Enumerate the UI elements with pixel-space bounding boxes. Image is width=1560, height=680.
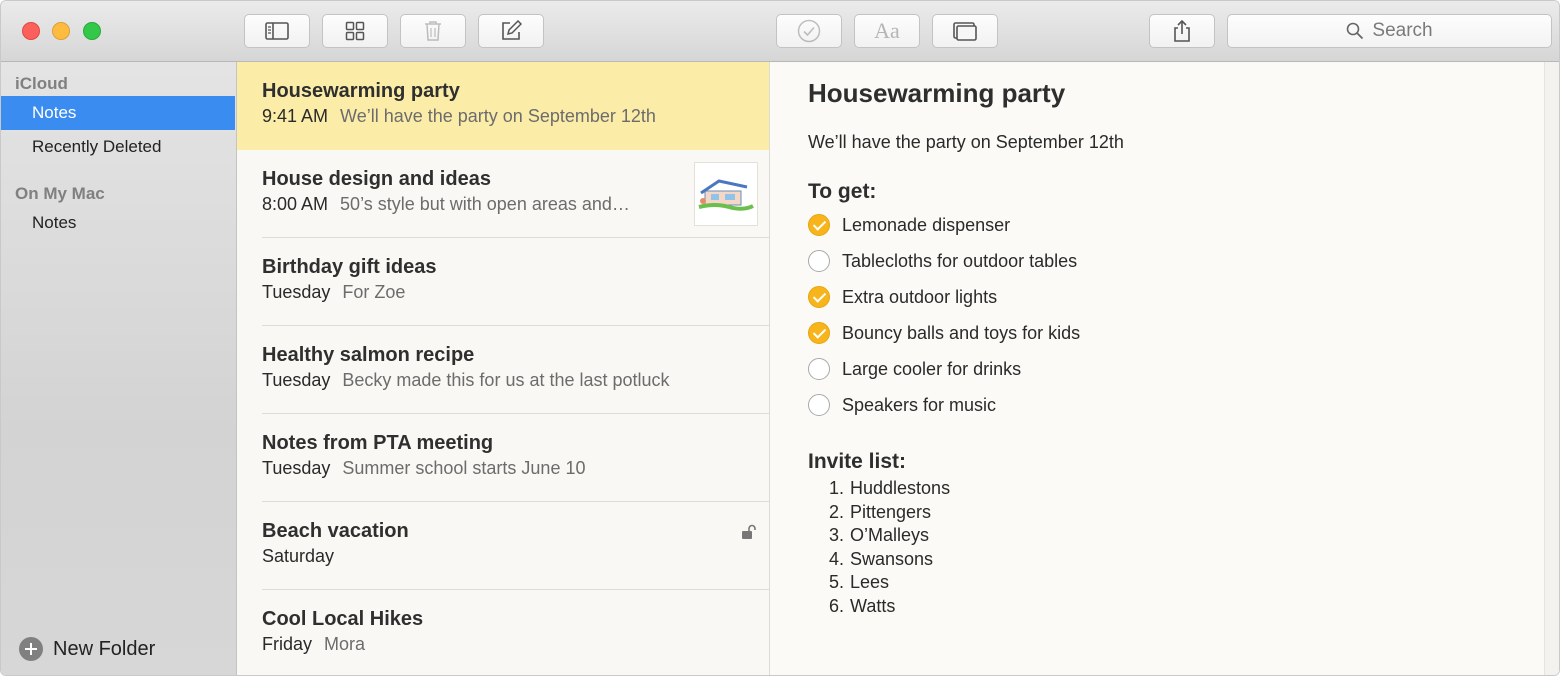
search-placeholder: Search <box>1372 20 1433 41</box>
note-list-item[interactable]: Notes from PTA meeting Tuesday Summer sch… <box>237 414 769 502</box>
note-date: Friday <box>262 634 313 654</box>
editor-scrollbar[interactable] <box>1544 62 1559 675</box>
share-icon <box>1174 19 1190 42</box>
checklist-item: Bouncy balls and toys for kids <box>808 322 1080 344</box>
note-list-item[interactable]: Beach vacation Saturday <box>237 502 769 590</box>
checklist-item: Tablecloths for outdoor tables <box>808 250 1077 272</box>
checklist-item: Speakers for music <box>808 394 996 416</box>
note-heading[interactable]: Housewarming party <box>808 78 1065 109</box>
note-title: Birthday gift ideas <box>262 256 437 278</box>
note-date: Tuesday <box>262 370 331 390</box>
compose-icon <box>502 20 522 40</box>
note-editor[interactable]: Housewarming party We’ll have the party … <box>770 62 1559 675</box>
note-snippet: Mora <box>324 634 366 654</box>
search-icon <box>1347 22 1364 40</box>
sidebar-item-recently-deleted[interactable]: Recently Deleted <box>1 130 235 164</box>
sidebar-header-icloud: iCloud <box>15 74 68 93</box>
checked-checkbox-icon[interactable] <box>808 286 830 308</box>
note-snippet: Becky made this for us at the last potlu… <box>342 370 670 390</box>
note-date: Tuesday <box>262 458 331 478</box>
unlocked-lock-icon <box>742 524 756 539</box>
close-window-button[interactable] <box>22 22 40 40</box>
checklist-item: Large cooler for drinks <box>808 358 1021 380</box>
search-field[interactable]: Search <box>1227 14 1552 48</box>
attachments-browser-button[interactable] <box>322 14 388 48</box>
checklist-item-label: Speakers for music <box>842 394 997 415</box>
note-title: Housewarming party <box>262 80 460 102</box>
note-snippet: We’ll have the party on September 12th <box>340 106 656 126</box>
note-list-item[interactable]: Birthday gift ideas Tuesday For Zoe <box>237 238 769 326</box>
checklist-icon <box>797 19 821 43</box>
note-title: Notes from PTA meeting <box>262 432 494 454</box>
invite-list-heading: Invite list: <box>808 450 907 473</box>
notes-list: Housewarming party 9:41 AM We’ll have the… <box>237 62 770 675</box>
note-snippet: 50’s style but with open areas and… <box>340 194 630 214</box>
delete-note-button[interactable] <box>400 14 466 48</box>
invite-list-item: 4. Swansons <box>828 549 934 569</box>
invite-list-item: 6. Watts <box>828 596 896 616</box>
format-button[interactable]: Aa <box>854 14 920 48</box>
note-title: Cool Local Hikes <box>262 608 424 630</box>
new-folder-button[interactable]: New Folder <box>19 637 155 661</box>
table-button[interactable] <box>932 14 998 48</box>
table-icon <box>953 22 977 41</box>
note-title: House design and ideas <box>262 168 491 190</box>
unchecked-checkbox-icon[interactable] <box>808 394 830 416</box>
sidebar-item-mac-notes[interactable]: Notes <box>1 206 235 240</box>
note-date: Tuesday <box>262 282 331 302</box>
sidebar: iCloud Notes Recently Deleted On My Mac … <box>1 62 237 675</box>
zoom-window-button[interactable] <box>83 22 101 40</box>
notes-app-window: Aa Search iCloud Notes Recently Deleted … <box>0 0 1560 676</box>
invite-list-item: 5. Lees <box>828 572 890 592</box>
note-body-text[interactable]: We’ll have the party on September 12th <box>808 132 1124 153</box>
note-title: Beach vacation <box>262 520 409 542</box>
minimize-window-button[interactable] <box>52 22 70 40</box>
note-date: 9:41 AM <box>262 106 329 126</box>
add-circle-icon <box>19 637 43 661</box>
invite-list-item: 2. Pittengers <box>828 502 932 522</box>
trash-icon <box>425 21 441 41</box>
attachments-browser-icon <box>345 21 365 41</box>
note-snippet: For Zoe <box>342 282 406 302</box>
note-date: Saturday <box>262 546 335 566</box>
checked-checkbox-icon[interactable] <box>808 322 830 344</box>
invite-list-item: 3. O’Malleys <box>828 525 930 545</box>
note-list-item[interactable]: House design and ideas 8:00 AM 50’s style… <box>237 150 769 238</box>
note-title: Healthy salmon recipe <box>262 344 475 366</box>
note-list-item[interactable]: Cool Local Hikes Friday Mora <box>237 590 769 675</box>
to-get-heading: To get: <box>808 180 877 203</box>
invite-list-item: 1. Huddlestons <box>828 478 951 498</box>
checklist-item-label: Tablecloths for outdoor tables <box>842 250 1078 271</box>
checklist-item: Lemonade dispenser <box>808 214 1010 236</box>
checklist-item: Extra outdoor lights <box>808 286 997 308</box>
sidebar-header-on-my-mac: On My Mac <box>15 184 105 203</box>
note-snippet: Summer school starts June 10 <box>342 458 586 478</box>
sidebar-toggle-button[interactable] <box>244 14 310 48</box>
font-format-icon: Aa <box>874 18 900 43</box>
note-list-item[interactable]: Housewarming party 9:41 AM We’ll have the… <box>237 62 769 150</box>
checklist-item-label: Lemonade dispenser <box>842 214 1011 235</box>
toolbar: Aa Search <box>1 1 1559 62</box>
checklist-item-label: Bouncy balls and toys for kids <box>842 322 1081 343</box>
house-sketch-thumbnail <box>694 162 758 226</box>
new-folder-label: New Folder <box>53 637 156 660</box>
checklist-item-label: Extra outdoor lights <box>842 286 998 307</box>
note-date: 8:00 AM <box>262 194 329 214</box>
checked-checkbox-icon[interactable] <box>808 214 830 236</box>
compose-note-button[interactable] <box>478 14 544 48</box>
checklist-item-label: Large cooler for drinks <box>842 358 1022 379</box>
share-button[interactable] <box>1149 14 1215 48</box>
unchecked-checkbox-icon[interactable] <box>808 358 830 380</box>
sidebar-item-icloud-notes[interactable]: Notes <box>1 96 235 130</box>
unchecked-checkbox-icon[interactable] <box>808 250 830 272</box>
note-list-item[interactable]: Healthy salmon recipe Tuesday Becky made … <box>237 326 769 414</box>
checklist-button[interactable] <box>776 14 842 48</box>
sidebar-toggle-icon <box>265 22 289 40</box>
